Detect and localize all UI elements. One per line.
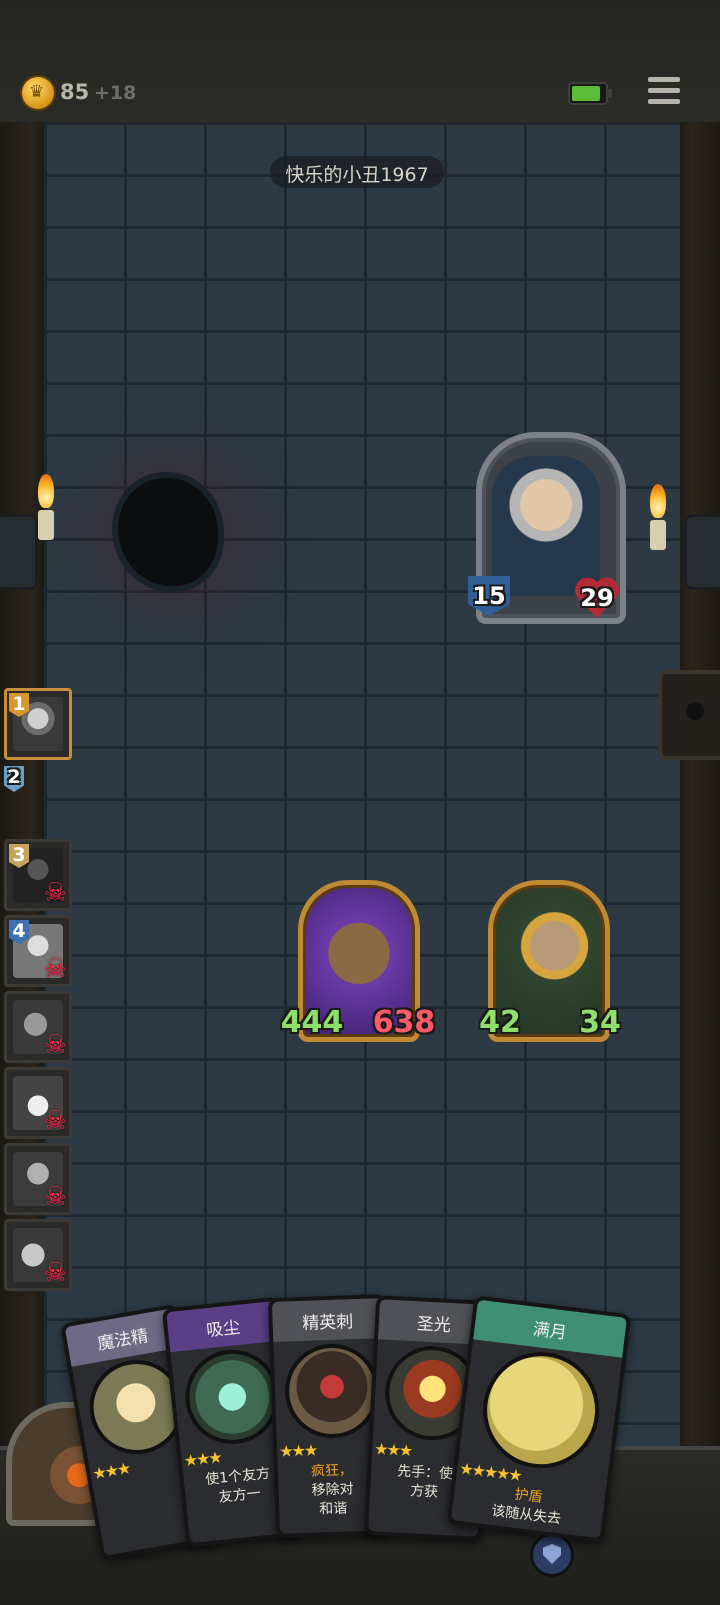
right-torch-icon <box>650 470 720 620</box>
opponent-name: 快乐的小丑1967 <box>285 164 429 186</box>
queue-slot-1[interactable]: 1 <box>4 688 72 760</box>
enemy-hero-portrait <box>492 456 600 596</box>
skull-icon: ☠ <box>43 878 67 908</box>
queue-slot-3[interactable]: 3 ☠ <box>4 839 72 911</box>
skull-icon: ☠ <box>43 1182 67 1212</box>
queue-slot-8[interactable]: ☠ <box>4 1219 72 1291</box>
right-wall <box>680 122 720 1462</box>
side-door <box>658 670 720 760</box>
gold-coin-icon <box>22 77 54 109</box>
queue-rank: 2 <box>7 766 21 788</box>
menu-icon[interactable] <box>648 75 680 107</box>
skull-icon: ☠ <box>43 954 67 984</box>
minion-1-attack: 444 <box>280 1005 344 1040</box>
battle-room <box>44 122 680 1462</box>
card-art <box>283 1342 381 1440</box>
queue-slot-4[interactable]: 4 ☠ <box>4 915 72 987</box>
queue-slot-7[interactable]: ☠ <box>4 1143 72 1215</box>
hero-attack: 15 <box>472 582 506 610</box>
minion-2-attack: 42 <box>479 1005 521 1040</box>
skull-icon: ☠ <box>43 1258 67 1288</box>
card-art <box>180 1345 285 1449</box>
shield-icon[interactable] <box>530 1533 574 1577</box>
card-art <box>476 1345 606 1475</box>
card-title: 精英刺 <box>301 1312 354 1334</box>
minion-2-health: 34 <box>579 1005 621 1040</box>
queue-slot-6[interactable]: ☠ <box>4 1067 72 1139</box>
top-bar: 85 +18 <box>0 0 720 125</box>
minion-1-health: 638 <box>372 1005 436 1040</box>
gold-amount: 85 <box>60 80 90 104</box>
skull-icon: ☠ <box>43 1030 67 1060</box>
skull-icon: ☠ <box>43 1106 67 1136</box>
left-torch-icon <box>0 470 60 620</box>
queue-slot-5[interactable]: ☠ <box>4 991 72 1063</box>
hand-card-5[interactable]: 满月 ★★★★★ 护盾 该随从失去 <box>446 1295 632 1543</box>
battery-icon <box>568 82 612 105</box>
gold-income: +18 <box>94 82 137 104</box>
hero-health: 29 <box>580 584 614 612</box>
